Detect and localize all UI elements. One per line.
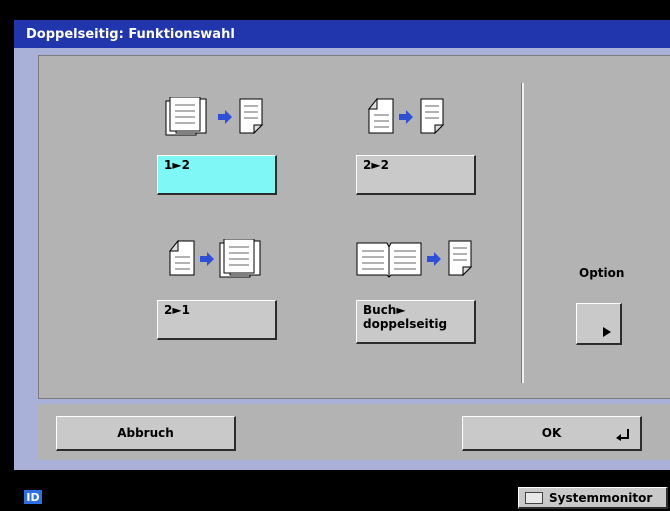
vertical-divider <box>521 83 524 383</box>
arrow-right-icon <box>399 110 413 124</box>
dialog-title: Doppelseitig: Funktionswahl <box>26 27 235 42</box>
mode-2to2-icons <box>365 97 447 137</box>
multiple-pages-icon <box>219 239 261 278</box>
system-monitor-button[interactable]: Systemmonitor <box>518 487 668 509</box>
mode-book-duplex-button[interactable]: Buch► doppelseitig <box>356 300 476 344</box>
mode-book-icons <box>355 239 475 279</box>
mode-1to2-label: 1►2 <box>164 158 190 172</box>
duplex-page-icon <box>239 98 264 135</box>
enter-icon <box>616 429 629 441</box>
option-label: Option <box>579 266 625 280</box>
duplex-page-icon <box>420 98 445 135</box>
cancel-label: Abbruch <box>117 426 174 440</box>
system-monitor-label: Systemmonitor <box>549 490 653 505</box>
mode-1to2-icons <box>164 97 266 137</box>
monitor-icon <box>525 491 543 504</box>
id-badge: ID <box>24 490 42 504</box>
ok-button[interactable]: OK <box>462 416 642 451</box>
multiple-pages-icon <box>165 97 207 136</box>
mode-book-label-line2: doppelseitig <box>363 317 448 331</box>
mode-2to1-button[interactable]: 2►1 <box>157 300 277 340</box>
mode-2to1-label: 2►1 <box>164 303 190 317</box>
mode-panel <box>38 55 670 399</box>
arrow-right-icon <box>200 252 214 266</box>
mode-1to2-button[interactable]: 1►2 <box>157 155 277 195</box>
duplex-page-icon <box>367 97 394 134</box>
mode-book-label-line1: Buch► <box>363 303 406 317</box>
duplex-page-icon <box>448 240 473 277</box>
arrow-right-icon <box>218 110 232 124</box>
duplex-page-icon <box>168 239 195 276</box>
arrow-right-icon <box>427 252 441 266</box>
option-button[interactable] <box>576 303 622 345</box>
open-book-icon <box>356 242 422 278</box>
triangle-right-icon <box>603 327 611 337</box>
mode-2to1-icons <box>166 239 268 279</box>
cancel-button[interactable]: Abbruch <box>56 416 236 451</box>
mode-2to2-label: 2►2 <box>363 158 389 172</box>
mode-2to2-button[interactable]: 2►2 <box>356 155 476 195</box>
ok-label: OK <box>541 426 562 440</box>
